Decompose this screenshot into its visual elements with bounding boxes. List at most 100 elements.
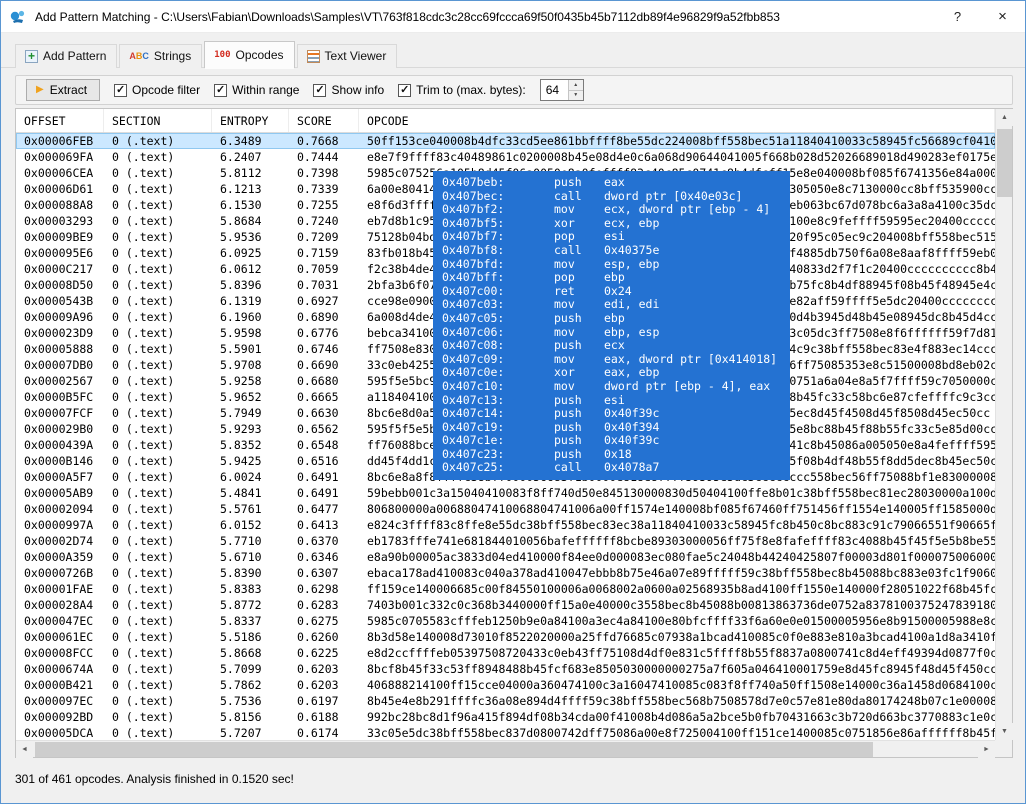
cell-section: 0 (.text) [104, 197, 212, 213]
table-row[interactable]: 0x00006FEB0 (.text)6.34890.766850ff153ce… [16, 133, 995, 149]
cell-entropy: 5.9708 [212, 357, 289, 373]
table-row[interactable]: 0x00002D740 (.text)5.77100.6370eb1783fff… [16, 533, 995, 549]
header-entropy[interactable]: ENTROPY [212, 109, 289, 132]
text-viewer-icon [307, 50, 320, 63]
scroll-left-icon[interactable]: ◄ [16, 741, 33, 758]
cell-entropy: 6.0024 [212, 469, 289, 485]
scrollbar-corner [995, 740, 1012, 757]
tab-add-pattern[interactable]: + Add Pattern [15, 44, 117, 68]
disasm-address: 0x407bff: [442, 271, 554, 285]
help-icon: ? [954, 9, 961, 24]
header-opcode[interactable]: OPCODE [359, 109, 995, 132]
table-row[interactable]: 0x0000997A0 (.text)6.01520.6413e824c3fff… [16, 517, 995, 533]
table-row[interactable]: 0x000097EC0 (.text)5.75360.61978b45e4e8b… [16, 693, 995, 709]
table-row[interactable]: 0x000020940 (.text)5.57610.6477806800000… [16, 501, 995, 517]
disasm-operands: ecx, dword ptr [ebp - 4] [604, 203, 790, 217]
titlebar-buttons: ? × [935, 1, 1025, 33]
cell-opcode: 50ff153ce040008b4dfc33cd5ee861bbffff8be5… [359, 133, 995, 149]
cell-section: 0 (.text) [104, 341, 212, 357]
disasm-mnemonic: call [554, 461, 604, 475]
disasm-line: 0x407bf2:movecx, dword ptr [ebp - 4] [442, 203, 790, 217]
opcode-filter-checkbox[interactable]: ✓ Opcode filter [114, 83, 200, 97]
table-row[interactable]: 0x000028A40 (.text)5.87720.62837403b001c… [16, 597, 995, 613]
table-row[interactable]: 0x000047EC0 (.text)5.83370.62755985c0705… [16, 613, 995, 629]
help-button[interactable]: ? [935, 1, 980, 33]
checkbox-check-icon: ✓ [398, 84, 411, 97]
header-section[interactable]: SECTION [104, 109, 212, 132]
spinner-down-icon[interactable]: ▼ [569, 90, 583, 101]
cell-entropy: 5.8684 [212, 213, 289, 229]
table-row[interactable]: 0x00008FCC0 (.text)5.86680.6225e8d2ccfff… [16, 645, 995, 661]
vertical-scrollbar[interactable]: ▲ ▼ [995, 109, 1012, 740]
horizontal-scroll-thumb[interactable] [35, 742, 873, 757]
disasm-mnemonic: ret [554, 285, 604, 299]
opcodes-icon: 100 [214, 50, 230, 60]
cell-offset: 0x0000B5FC [16, 389, 104, 405]
extract-button[interactable]: ▶ Extract [26, 79, 100, 101]
dialog-window: Add Pattern Matching - C:\Users\Fabian\D… [0, 0, 1026, 804]
cell-section: 0 (.text) [104, 261, 212, 277]
disasm-address: 0x407c0e: [442, 366, 554, 380]
disasm-line: 0x407c10:movdword ptr [ebp - 4], eax [442, 380, 790, 394]
header-score[interactable]: SCORE [289, 109, 359, 132]
scroll-right-icon[interactable]: ► [978, 741, 995, 758]
table-row[interactable]: 0x0000674A0 (.text)5.70990.62038bcf8b45f… [16, 661, 995, 677]
disasm-mnemonic: pop [554, 230, 604, 244]
cell-score: 0.6776 [289, 325, 359, 341]
cell-offset: 0x0000B421 [16, 677, 104, 693]
table-row[interactable]: 0x0000B4210 (.text)5.78620.6203406888214… [16, 677, 995, 693]
tab-strings[interactable]: ABC Strings [119, 44, 202, 68]
cell-opcode: e8a90b00005ac3833d04ed410000f84ee0d00008… [359, 549, 995, 565]
cell-offset: 0x00008FCC [16, 645, 104, 661]
close-button[interactable]: × [980, 1, 1025, 33]
cell-entropy: 5.4841 [212, 485, 289, 501]
window-title: Add Pattern Matching - C:\Users\Fabian\D… [35, 10, 780, 24]
spinner-up-icon[interactable]: ▲ [569, 80, 583, 90]
horizontal-scrollbar[interactable]: ◄ ► [16, 740, 995, 757]
cell-offset: 0x00009BE9 [16, 229, 104, 245]
cell-entropy: 5.8390 [212, 565, 289, 581]
table-row[interactable]: 0x000069FA0 (.text)6.24070.7444e8e7f9fff… [16, 149, 995, 165]
cell-section: 0 (.text) [104, 165, 212, 181]
cell-section: 0 (.text) [104, 437, 212, 453]
cell-entropy: 6.1960 [212, 309, 289, 325]
cell-offset: 0x000088A8 [16, 197, 104, 213]
cell-entropy: 5.5901 [212, 341, 289, 357]
scroll-down-icon[interactable]: ▼ [996, 723, 1013, 740]
cell-entropy: 5.7710 [212, 533, 289, 549]
table-row[interactable]: 0x000061EC0 (.text)5.51860.62608b3d58e14… [16, 629, 995, 645]
disasm-address: 0x407beb: [442, 176, 554, 190]
disasm-mnemonic: push [554, 434, 604, 448]
disasm-address: 0x407c03: [442, 298, 554, 312]
table-row[interactable]: 0x0000A3590 (.text)5.67100.6346e8a90b000… [16, 549, 995, 565]
cell-entropy: 5.9258 [212, 373, 289, 389]
app-icon [9, 8, 27, 26]
show-info-checkbox[interactable]: ✓ Show info [313, 83, 384, 97]
disasm-operands: ebp [604, 312, 790, 326]
cell-section: 0 (.text) [104, 213, 212, 229]
table-row[interactable]: 0x000092BD0 (.text)5.81560.6188992bc28bc… [16, 709, 995, 725]
trim-bytes-checkbox[interactable]: ✓ Trim to (max. bytes): [398, 83, 526, 97]
vertical-scroll-thumb[interactable] [997, 129, 1012, 197]
cell-section: 0 (.text) [104, 357, 212, 373]
table-row[interactable]: 0x00005DCA0 (.text)5.72070.617433c05e5dc… [16, 725, 995, 740]
table-row[interactable]: 0x00001FAE0 (.text)5.83830.6298ff159ce14… [16, 581, 995, 597]
cell-entropy: 5.7862 [212, 677, 289, 693]
disasm-line: 0x407c14:push0x40f39c [442, 407, 790, 421]
cell-section: 0 (.text) [104, 325, 212, 341]
table-row[interactable]: 0x00005AB90 (.text)5.48410.649159bebb001… [16, 485, 995, 501]
cell-score: 0.6197 [289, 693, 359, 709]
trim-bytes-spinner[interactable]: 64 ▲ ▼ [540, 79, 584, 101]
within-range-checkbox[interactable]: ✓ Within range [214, 83, 299, 97]
cell-opcode: ff159ce140006685c00f84550100006a0068002a… [359, 581, 995, 597]
cell-score: 0.6188 [289, 709, 359, 725]
table-row[interactable]: 0x0000726B0 (.text)5.83900.6307ebaca178a… [16, 565, 995, 581]
disasm-line: 0x407bf7:popesi [442, 230, 790, 244]
header-offset[interactable]: OFFSET [16, 109, 104, 132]
cell-section: 0 (.text) [104, 405, 212, 421]
tab-text-viewer[interactable]: Text Viewer [297, 44, 398, 68]
scroll-up-icon[interactable]: ▲ [996, 109, 1013, 126]
tab-opcodes[interactable]: 100 Opcodes [204, 41, 294, 68]
checkbox-check-icon: ✓ [214, 84, 227, 97]
disasm-mnemonic: push [554, 176, 604, 190]
